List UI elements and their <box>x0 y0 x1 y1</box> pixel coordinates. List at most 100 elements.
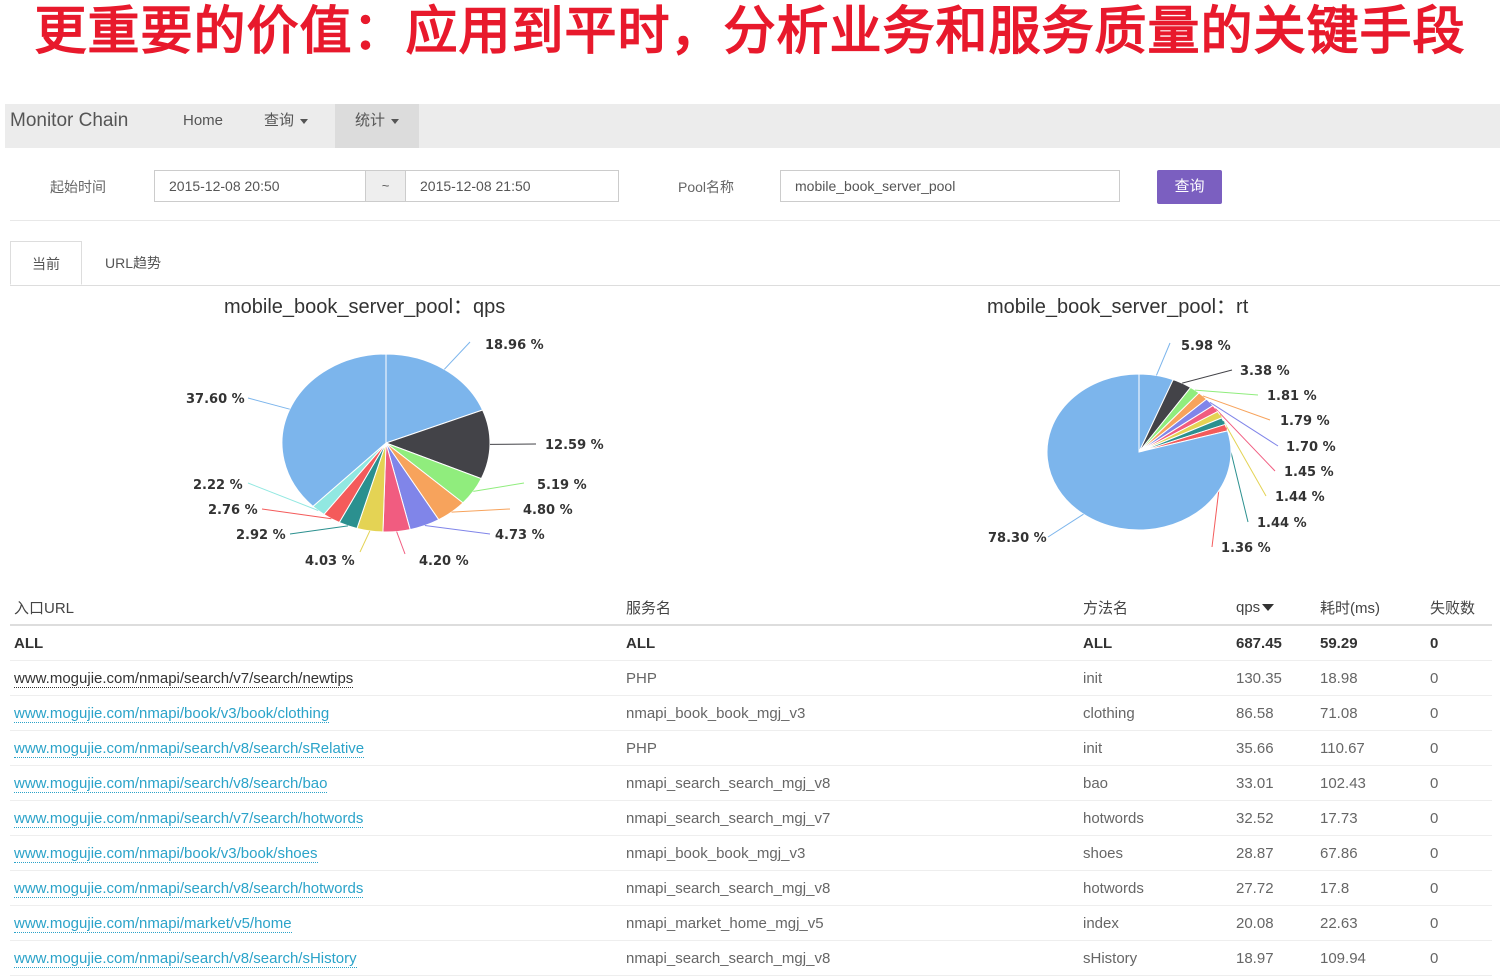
cell-fail: 0 <box>1426 835 1492 871</box>
cell-method: hotwords <box>1079 800 1232 836</box>
cell-qps: 35.66 <box>1232 730 1316 766</box>
entry-url-link[interactable]: www.mogujie.com/nmapi/market/v5/home <box>14 914 292 933</box>
sort-desc-icon <box>1262 604 1275 612</box>
pie-data-label: 1.45 % <box>1284 465 1334 480</box>
table-row: www.mogujie.com/nmapi/search/v8/search/s… <box>10 940 1492 976</box>
cell-qps: 86.58 <box>1232 695 1316 731</box>
cell-url: www.mogujie.com/nmapi/search/v7/search/h… <box>10 800 622 836</box>
cell-url: www.mogujie.com/nmapi/book/v3/book/shoes <box>10 835 622 871</box>
cell-rt: 17.8 <box>1316 870 1426 906</box>
cell-service: PHP <box>622 660 1079 696</box>
table-row: www.mogujie.com/nmapi/search/v8/search/h… <box>10 870 1492 906</box>
cell-fail: 0 <box>1426 765 1492 801</box>
pie-leader-line <box>289 525 349 535</box>
cell-url: www.mogujie.com/nmapi/search/v8/search/b… <box>10 765 622 801</box>
pie-data-label: 2.92 % <box>236 528 286 543</box>
cell-rt: 18.98 <box>1316 660 1426 696</box>
table-row: www.mogujie.com/nmapi/search/v7/search/n… <box>10 660 1492 696</box>
pie-data-label: 5.98 % <box>1181 339 1231 354</box>
cell-rt: 110.67 <box>1316 730 1426 766</box>
cell-service: nmapi_book_book_mgj_v3 <box>622 835 1079 871</box>
pie-leader-line <box>451 508 511 513</box>
pie-data-label: 4.80 % <box>523 503 573 518</box>
cell-method: init <box>1079 660 1232 696</box>
table-row: www.mogujie.com/nmapi/market/v5/home nmap… <box>10 905 1492 941</box>
cell-rt: 109.94 <box>1316 940 1426 976</box>
col-service[interactable]: 服务名 <box>622 590 1079 626</box>
table-row: www.mogujie.com/nmapi/book/v3/book/cloth… <box>10 695 1492 731</box>
pie-data-label: 1.36 % <box>1221 541 1271 556</box>
cell-fail: 0 <box>1426 730 1492 766</box>
cell-url: www.mogujie.com/nmapi/book/v3/book/cloth… <box>10 695 622 731</box>
cell-method: sHistory <box>1079 940 1232 976</box>
cell-rt: 59.29 <box>1316 625 1426 661</box>
pie-data-label: 1.44 % <box>1275 490 1325 505</box>
table-row: www.mogujie.com/nmapi/search/v8/search/b… <box>10 765 1492 801</box>
entry-url-link[interactable]: www.mogujie.com/nmapi/book/v3/book/cloth… <box>14 704 330 723</box>
cell-service: nmapi_search_search_mgj_v8 <box>622 765 1079 801</box>
pie-data-label: 78.30 % <box>988 531 1047 546</box>
pie-leader-line <box>1182 369 1233 384</box>
entry-url-link[interactable]: www.mogujie.com/nmapi/search/v7/search/h… <box>14 809 364 828</box>
pie-data-label: 4.03 % <box>305 554 355 569</box>
pie-leader-line <box>359 530 371 553</box>
cell-fail: 0 <box>1426 870 1492 906</box>
table-row: www.mogujie.com/nmapi/search/v8/search/s… <box>10 730 1492 766</box>
pie-leader-line <box>1155 342 1171 376</box>
cell-qps: 130.35 <box>1232 660 1316 696</box>
cell-fail: 0 <box>1426 940 1492 976</box>
col-rt[interactable]: 耗时(ms) <box>1316 590 1426 626</box>
pie-data-label: 18.96 % <box>485 338 544 353</box>
cell-qps: 32.52 <box>1232 800 1316 836</box>
cell-fail: 0 <box>1426 800 1492 836</box>
pie-leader-line <box>247 397 290 410</box>
entry-url-link[interactable]: www.mogujie.com/nmapi/search/v8/search/h… <box>14 879 364 898</box>
cell-url: www.mogujie.com/nmapi/search/v8/search/s… <box>10 730 622 766</box>
col-qps[interactable]: qps <box>1232 590 1316 626</box>
col-method[interactable]: 方法名 <box>1079 590 1232 626</box>
pie-leader-line <box>424 525 491 535</box>
cell-fail: 0 <box>1426 695 1492 731</box>
pie-data-label: 4.20 % <box>419 554 469 569</box>
pie-data-label: 2.22 % <box>193 478 243 493</box>
cell-method: hotwords <box>1079 870 1232 906</box>
pie-data-label: 1.44 % <box>1257 516 1307 531</box>
cell-qps: 33.01 <box>1232 765 1316 801</box>
pie-leader-line <box>473 482 525 492</box>
pie-data-label: 1.81 % <box>1267 389 1317 404</box>
cell-service: nmapi_market_home_mgj_v5 <box>622 905 1079 941</box>
table-row: www.mogujie.com/nmapi/book/v3/book/shoes… <box>10 835 1492 871</box>
cell-service: nmapi_book_book_mgj_v3 <box>622 695 1079 731</box>
entry-url-link[interactable]: www.mogujie.com/nmapi/search/v8/search/s… <box>14 949 357 968</box>
service-table: 入口URL 服务名 方法名 qps 耗时(ms) 失败数 ALL ALL ALL 68… <box>10 590 1492 976</box>
pie-1: 5.98 % 3.38 % 1.81 % 1.79 % 1.70 % 1.45 % 1.44… <box>988 339 1336 556</box>
cell-rt: 71.08 <box>1316 695 1426 731</box>
pie-0: 18.96 % 12.59 % 5.19 % 4.80 % 4.73 % 4.20 % 4.… <box>186 338 604 569</box>
table-row: www.mogujie.com/nmapi/search/v7/search/h… <box>10 800 1492 836</box>
entry-url-link[interactable]: www.mogujie.com/nmapi/search/v7/search/n… <box>14 669 354 688</box>
col-fail[interactable]: 失败数 <box>1426 590 1492 626</box>
cell-rt: 17.73 <box>1316 800 1426 836</box>
cell-rt: 67.86 <box>1316 835 1426 871</box>
cell-service: PHP <box>622 730 1079 766</box>
cell-service: ALL <box>622 625 1079 661</box>
cell-rt: 102.43 <box>1316 765 1426 801</box>
pie-data-label: 12.59 % <box>545 438 604 453</box>
pie-data-label: 37.60 % <box>186 392 245 407</box>
cell-url: www.mogujie.com/nmapi/search/v7/search/n… <box>10 660 622 696</box>
pie-leader-line <box>443 341 471 370</box>
cell-service: nmapi_search_search_mgj_v7 <box>622 800 1079 836</box>
cell-fail: 0 <box>1426 625 1492 661</box>
pie-data-label: 1.70 % <box>1286 440 1336 455</box>
cell-qps: 27.72 <box>1232 870 1316 906</box>
entry-url-link[interactable]: www.mogujie.com/nmapi/search/v8/search/s… <box>14 739 365 758</box>
entry-url-link[interactable]: www.mogujie.com/nmapi/book/v3/book/shoes <box>14 844 318 863</box>
cell-qps: 18.97 <box>1232 940 1316 976</box>
pie-data-label: 5.19 % <box>537 478 587 493</box>
cell-rt: 22.63 <box>1316 905 1426 941</box>
cell-qps: 28.87 <box>1232 835 1316 871</box>
cell-method: init <box>1079 730 1232 766</box>
cell-url: www.mogujie.com/nmapi/market/v5/home <box>10 905 622 941</box>
col-entry-url[interactable]: 入口URL <box>10 590 622 626</box>
entry-url-link[interactable]: www.mogujie.com/nmapi/search/v8/search/b… <box>14 774 328 793</box>
